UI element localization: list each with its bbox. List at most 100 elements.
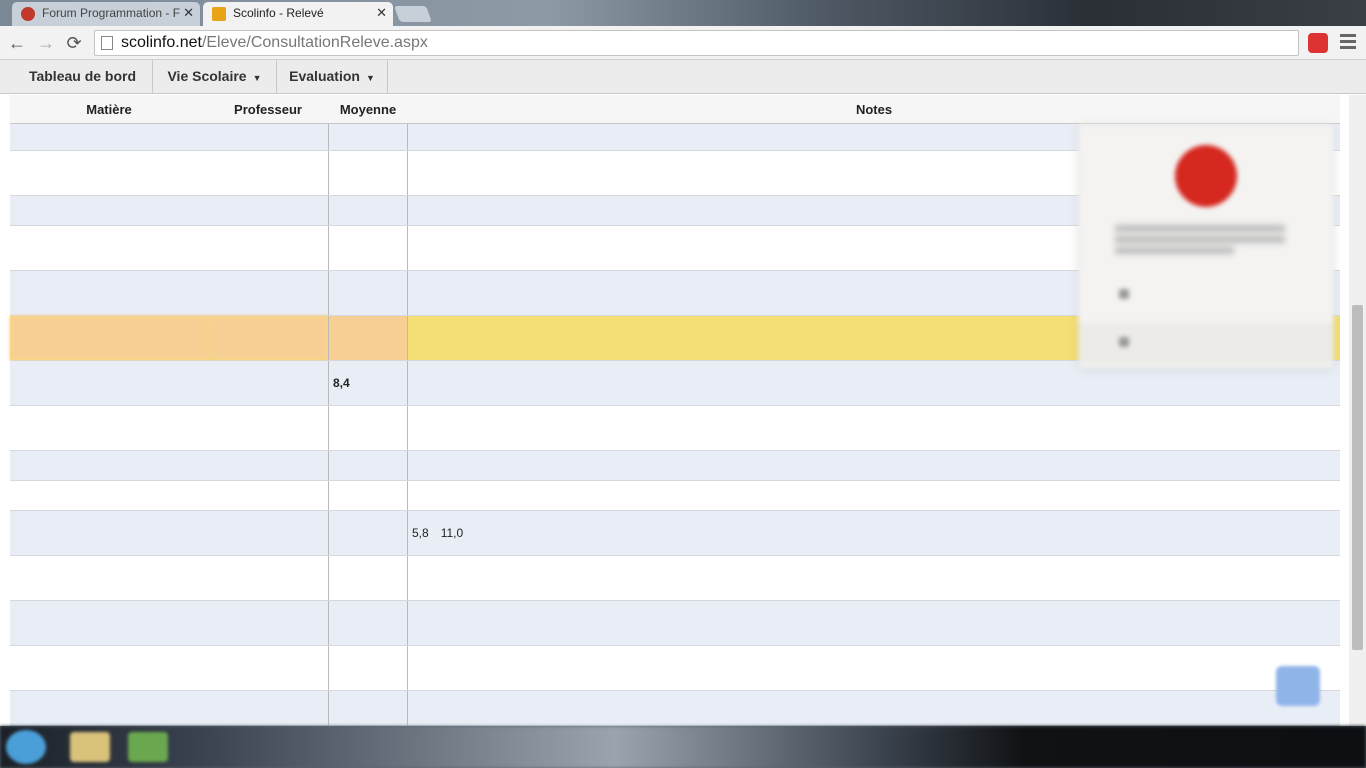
reload-icon[interactable]: ⟳	[63, 32, 85, 54]
nav-tableau-de-bord[interactable]: Tableau de bord	[13, 60, 153, 93]
teacher-cell	[208, 451, 328, 480]
subject-cell	[10, 481, 208, 510]
close-tab-icon[interactable]: ✕	[183, 2, 194, 24]
start-button-icon[interactable]	[6, 730, 46, 764]
grade-value[interactable]: 11,0	[441, 526, 463, 540]
teacher-cell	[208, 511, 328, 555]
nav-label: Evaluation	[289, 68, 360, 84]
subject-cell	[10, 226, 208, 270]
browser-tab-scolinfo[interactable]: Scolinfo - Relevé ✕	[203, 2, 393, 26]
notes-cell	[408, 481, 1340, 510]
page-icon	[101, 36, 113, 50]
average-cell	[328, 316, 408, 360]
site-navigation: Tableau de bord Vie Scolaire ▼ Evaluation…	[0, 60, 1366, 94]
subject-cell	[10, 511, 208, 555]
table-header: Matière Professeur Moyenne Notes	[10, 95, 1340, 124]
average-cell	[328, 511, 408, 555]
table-row[interactable]: 5,8 11,0	[10, 511, 1340, 556]
popup-option[interactable]	[1079, 323, 1333, 363]
subject-cell	[10, 361, 208, 405]
tab-title: Forum Programmation - F	[42, 6, 181, 20]
average-cell	[328, 481, 408, 510]
table-row[interactable]	[10, 406, 1340, 451]
subject-cell	[10, 196, 208, 225]
teacher-cell	[208, 556, 328, 600]
subject-cell	[10, 451, 208, 480]
teacher-cell	[208, 361, 328, 405]
table-row[interactable]	[10, 556, 1340, 601]
subject-cell	[10, 124, 208, 150]
table-row[interactable]	[10, 481, 1340, 511]
os-taskbar	[0, 726, 1366, 768]
chrome-icon[interactable]	[128, 732, 168, 762]
grade-value[interactable]: 5,8	[412, 526, 429, 540]
subject-cell	[10, 271, 208, 315]
url-host: scolinfo.net	[121, 34, 202, 51]
teacher-cell	[208, 124, 328, 150]
notes-cell	[408, 406, 1340, 450]
chevron-down-icon: ▼	[252, 73, 262, 83]
new-tab-button[interactable]	[394, 6, 432, 22]
subject-cell	[10, 406, 208, 450]
teacher-cell	[208, 151, 328, 195]
teacher-cell	[208, 481, 328, 510]
notes-cell	[408, 691, 1340, 725]
header-teacher: Professeur	[234, 102, 302, 117]
file-explorer-icon[interactable]	[70, 732, 110, 762]
subject-cell	[10, 556, 208, 600]
average-cell	[328, 646, 408, 690]
notes-cell	[408, 451, 1340, 480]
average-cell	[328, 556, 408, 600]
notes-cell	[408, 646, 1340, 690]
stop-sign-icon	[1175, 145, 1237, 207]
back-arrow-icon[interactable]: ←	[6, 32, 28, 54]
nav-label: Tableau de bord	[28, 68, 137, 84]
browser-toolbar: ← → ⟳ scolinfo.net/Eleve/ConsultationRel…	[0, 26, 1366, 60]
page-scrollbar[interactable]	[1349, 95, 1366, 726]
average-cell	[328, 196, 408, 225]
table-row[interactable]	[10, 451, 1340, 481]
url-path: /Eleve/ConsultationReleve.aspx	[201, 34, 428, 51]
notes-cell	[408, 556, 1340, 600]
nav-evaluation[interactable]: Evaluation ▼	[277, 60, 388, 93]
address-bar[interactable]: scolinfo.net/Eleve/ConsultationReleve.as…	[94, 30, 1299, 56]
chevron-down-icon: ▼	[365, 73, 375, 83]
table-row[interactable]	[10, 691, 1340, 726]
browser-menu-icon[interactable]	[1340, 34, 1356, 50]
subject-cell	[10, 691, 208, 725]
header-average: Moyenne	[339, 102, 397, 117]
teacher-cell	[208, 226, 328, 270]
page-content: Tableau de bord Vie Scolaire ▼ Evaluation…	[0, 60, 1366, 726]
close-tab-icon[interactable]: ✕	[376, 2, 387, 24]
teacher-cell	[208, 316, 328, 360]
teacher-cell	[208, 271, 328, 315]
forward-arrow-icon[interactable]: →	[35, 32, 57, 54]
adblock-extension-icon[interactable]	[1308, 33, 1328, 53]
average-cell	[328, 271, 408, 315]
nav-label: Vie Scolaire	[167, 68, 247, 84]
average-cell: 8,4	[328, 361, 408, 405]
average-cell	[328, 691, 408, 725]
average-cell	[328, 151, 408, 195]
forum-favicon-icon	[21, 7, 35, 21]
scrollbar-thumb[interactable]	[1352, 305, 1363, 650]
table-row[interactable]	[10, 646, 1340, 691]
url-text: scolinfo.net/Eleve/ConsultationReleve.as…	[121, 34, 428, 52]
average-cell	[328, 601, 408, 645]
browser-tabstrip: Forum Programmation - F ✕ Scolinfo - Rel…	[0, 0, 1366, 26]
help-chat-button[interactable]	[1276, 666, 1320, 706]
teacher-cell	[208, 196, 328, 225]
popup-text	[1115, 221, 1285, 258]
average-cell	[328, 406, 408, 450]
nav-vie-scolaire[interactable]: Vie Scolaire ▼	[153, 60, 277, 93]
average-cell	[328, 226, 408, 270]
table-row[interactable]	[10, 601, 1340, 646]
subject-cell	[10, 151, 208, 195]
teacher-cell	[208, 601, 328, 645]
popup-option[interactable]	[1079, 275, 1333, 315]
teacher-cell	[208, 646, 328, 690]
header-subject: Matière	[86, 102, 132, 117]
subject-cell	[10, 601, 208, 645]
browser-tab-forum[interactable]: Forum Programmation - F ✕	[12, 2, 200, 26]
average-cell	[328, 124, 408, 150]
